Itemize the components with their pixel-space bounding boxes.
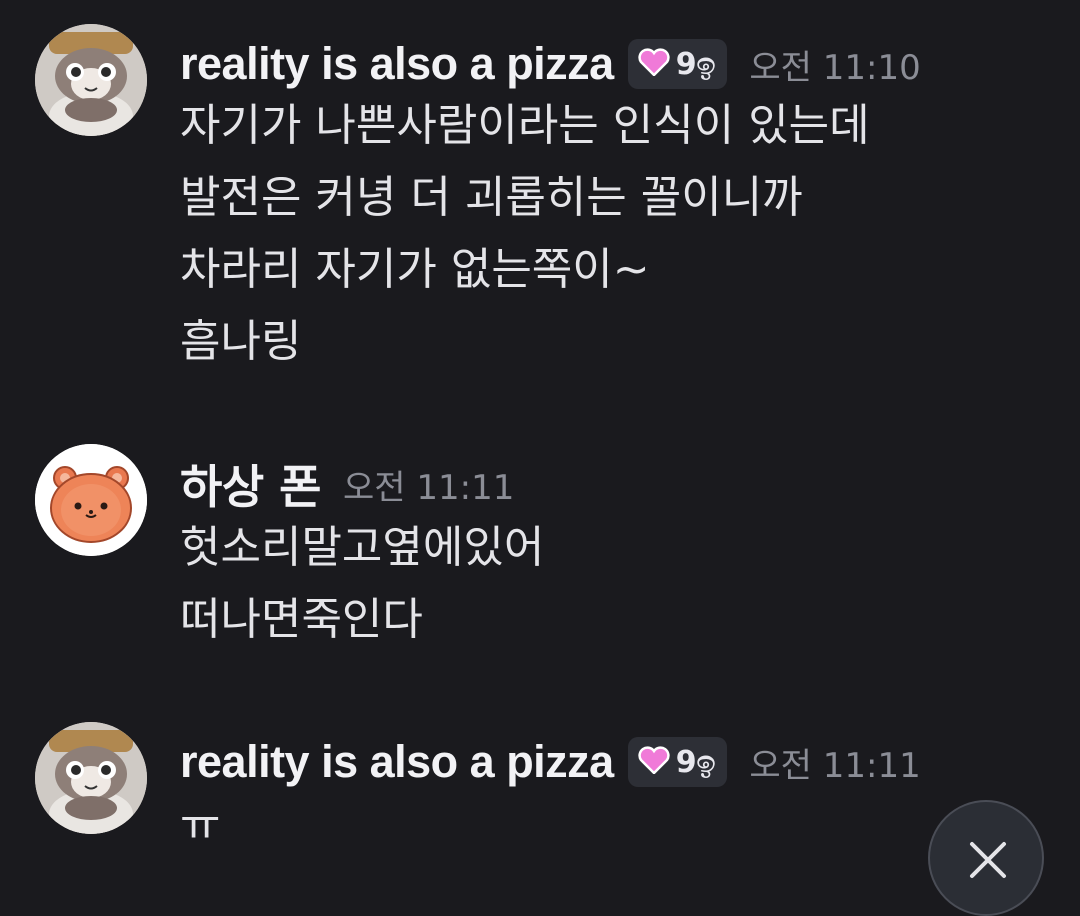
chat-message-list: reality is also a pizza 9ඉ 오전 11:10 자기가 … bbox=[0, 0, 1080, 916]
message-line: 발전은 커녕 더 괴롭히는 꼴이니까 bbox=[180, 172, 803, 223]
badge-label: 9ඉ bbox=[675, 744, 716, 780]
timestamp: 오전 11:10 bbox=[749, 47, 921, 88]
pink-heart-icon bbox=[638, 746, 670, 778]
username[interactable]: reality is also a pizza bbox=[180, 38, 614, 90]
timestamp: 오전 11:11 bbox=[342, 467, 515, 508]
message-line: 차라리 자기가 없는쪽이~ bbox=[180, 244, 650, 295]
timestamp: 오전 11:11 bbox=[749, 745, 921, 786]
pink-heart-icon bbox=[638, 48, 670, 80]
message-line: 흠나링 bbox=[180, 316, 302, 367]
badge-label: 9ඉ bbox=[675, 46, 716, 82]
message-line: 자기가 나쁜사람이라는 인식이 있는데 bbox=[180, 100, 870, 151]
username[interactable]: reality is also a pizza bbox=[180, 736, 614, 788]
message-line: 떠나면죽인다 bbox=[180, 594, 423, 645]
message-header: reality is also a pizza 9ඉ 오전 11:11 bbox=[180, 730, 921, 794]
message-header: 하상 폰 오전 11:11 bbox=[180, 452, 514, 516]
message-body: 자기가 나쁜사람이라는 인식이 있는데 발전은 커녕 더 괴롭히는 꼴이니까 차… bbox=[180, 90, 870, 378]
message-body: 헛소리말고옆에있어 떠나면죽인다 bbox=[180, 512, 544, 656]
user-badge[interactable]: 9ඉ bbox=[627, 39, 728, 89]
cat-plush-avatar[interactable] bbox=[35, 722, 147, 834]
message-header: reality is also a pizza 9ඉ 오전 11:10 bbox=[180, 32, 921, 96]
message-line: 헛소리말고옆에있어 bbox=[180, 522, 545, 573]
message-line: ㅠ bbox=[180, 800, 221, 851]
username[interactable]: 하상 폰 bbox=[180, 451, 321, 517]
hamster-avatar[interactable] bbox=[35, 444, 147, 556]
user-badge[interactable]: 9ඉ bbox=[627, 737, 728, 787]
message-body: ㅠ bbox=[180, 790, 220, 862]
cat-plush-avatar[interactable] bbox=[35, 24, 147, 136]
close-button[interactable] bbox=[928, 800, 1044, 916]
